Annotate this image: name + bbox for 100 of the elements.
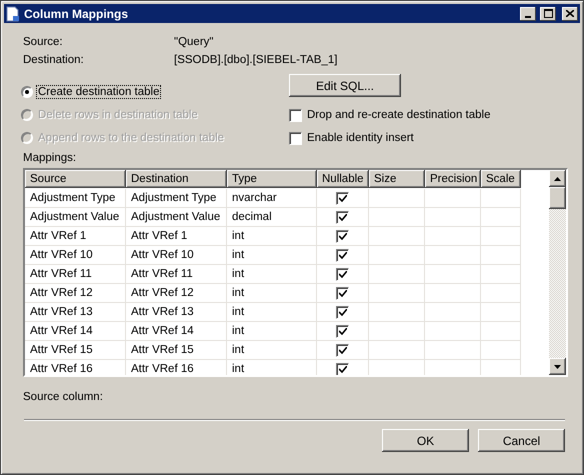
close-icon — [566, 10, 574, 17]
checkbox-label[interactable]: Enable identity insert — [307, 132, 414, 144]
column-header[interactable]: Nullable — [317, 170, 369, 188]
empty-cell — [481, 227, 521, 246]
checkmark-icon — [338, 232, 346, 240]
table-cell: Adjustment Value — [25, 208, 126, 227]
empty-cell — [425, 284, 481, 303]
empty-cell — [481, 265, 521, 284]
mappings-label: Mappings: — [22, 152, 78, 164]
table-cell: int — [227, 265, 317, 284]
nullable-checkbox[interactable] — [336, 230, 349, 242]
scroll-down-button[interactable] — [549, 358, 566, 375]
empty-cell — [425, 189, 481, 208]
table-cell: Attr VRef 14 — [25, 322, 126, 341]
checkmark-icon — [338, 346, 346, 354]
scroll-up-button[interactable] — [549, 170, 566, 187]
checkmark-icon — [338, 308, 346, 316]
nullable-checkbox[interactable] — [336, 286, 349, 300]
document-icon — [6, 6, 20, 22]
dialog-button[interactable]: Cancel — [478, 429, 565, 452]
checkmark-icon — [338, 290, 346, 296]
empty-cell — [425, 265, 481, 284]
empty-cell — [425, 246, 481, 265]
empty-cell — [425, 303, 481, 322]
empty-cell — [481, 341, 521, 360]
nullable-checkbox[interactable] — [336, 268, 349, 280]
scrollbar[interactable] — [549, 170, 566, 375]
field-label: Destination: — [23, 54, 85, 66]
table-cell: Attr VRef 1 — [25, 227, 126, 246]
checkmark-icon — [338, 270, 346, 278]
nullable-checkbox[interactable] — [336, 210, 349, 224]
table-cell: Adjustment Value — [126, 208, 227, 227]
radio-button[interactable] — [21, 86, 33, 98]
column-header[interactable]: Type — [227, 170, 317, 188]
maximize-button[interactable] — [540, 6, 556, 20]
down-arrow-icon — [554, 364, 561, 368]
checkmark-icon — [338, 252, 346, 258]
table-cell: int — [227, 246, 317, 265]
checkbox[interactable] — [289, 108, 302, 122]
empty-cell — [481, 322, 521, 341]
edit-sql-button[interactable]: Edit SQL... — [289, 74, 401, 97]
table-cell: Attr VRef 13 — [126, 303, 227, 322]
table-cell: decimal — [227, 208, 317, 227]
checkbox-label[interactable]: Drop and re-create destination table — [307, 109, 490, 121]
table-cell: int — [227, 303, 317, 322]
column-header[interactable]: Precision — [425, 170, 481, 188]
close-button[interactable] — [562, 6, 578, 20]
column-header[interactable]: Size — [369, 170, 425, 188]
field-label: Source: — [23, 36, 64, 48]
table-cell: Attr VRef 12 — [126, 284, 227, 303]
table-cell: Attr VRef 11 — [25, 265, 126, 284]
empty-cell — [425, 208, 481, 227]
scroll-thumb[interactable] — [549, 187, 566, 209]
table-cell: int — [227, 284, 317, 303]
nullable-checkbox[interactable] — [336, 248, 349, 262]
column-header[interactable]: Destination — [126, 170, 227, 188]
nullable-checkbox[interactable] — [336, 344, 349, 356]
table-cell: Attr VRef 11 — [126, 265, 227, 284]
empty-cell — [481, 246, 521, 265]
table-cell: int — [227, 227, 317, 246]
table-cell: Attr VRef 1 — [126, 227, 227, 246]
table-cell: Attr VRef 16 — [126, 360, 227, 375]
field-value: [SSODB].[dbo].[SIEBEL-TAB_1] — [174, 54, 338, 66]
maximize-icon — [544, 9, 552, 18]
column-header[interactable]: Source — [25, 170, 126, 188]
checkmark-icon — [338, 214, 346, 220]
source-column-label: Source column: — [22, 391, 104, 403]
nullable-checkbox[interactable] — [336, 362, 349, 375]
table-cell: Adjustment Type — [126, 189, 227, 208]
table-cell: Adjustment Type — [25, 189, 126, 208]
column-header[interactable]: Scale — [481, 170, 521, 188]
empty-cell — [481, 284, 521, 303]
table-cell: Attr VRef 10 — [25, 246, 126, 265]
up-arrow-icon — [554, 176, 561, 180]
checkbox[interactable] — [289, 132, 302, 144]
minimize-icon — [525, 16, 531, 18]
table-cell: Attr VRef 15 — [126, 341, 227, 360]
nullable-checkbox[interactable] — [336, 324, 349, 338]
nullable-checkbox[interactable] — [336, 306, 349, 318]
table-cell: int — [227, 341, 317, 360]
table-cell: int — [227, 360, 317, 375]
table-cell: Attr VRef 14 — [126, 322, 227, 341]
empty-cell — [425, 227, 481, 246]
table-cell: Attr VRef 12 — [25, 284, 126, 303]
empty-cell — [425, 341, 481, 360]
window-title: Column Mappings — [24, 6, 129, 20]
empty-cell — [481, 303, 521, 322]
field-value: "Query" — [174, 36, 214, 48]
checkmark-icon — [338, 194, 346, 202]
radio-option[interactable]: Create destination table — [21, 83, 289, 101]
nullable-checkbox[interactable] — [336, 192, 349, 204]
checkmark-icon — [338, 366, 346, 372]
empty-cell — [481, 189, 521, 208]
table-cell: Attr VRef 13 — [25, 303, 126, 322]
table-cell: Attr VRef 10 — [126, 246, 227, 265]
empty-cell — [425, 322, 481, 341]
table-cell: Attr VRef 15 — [25, 341, 126, 360]
dialog-button[interactable]: OK — [382, 429, 469, 452]
checkmark-icon — [338, 328, 346, 334]
minimize-button[interactable] — [520, 6, 536, 20]
